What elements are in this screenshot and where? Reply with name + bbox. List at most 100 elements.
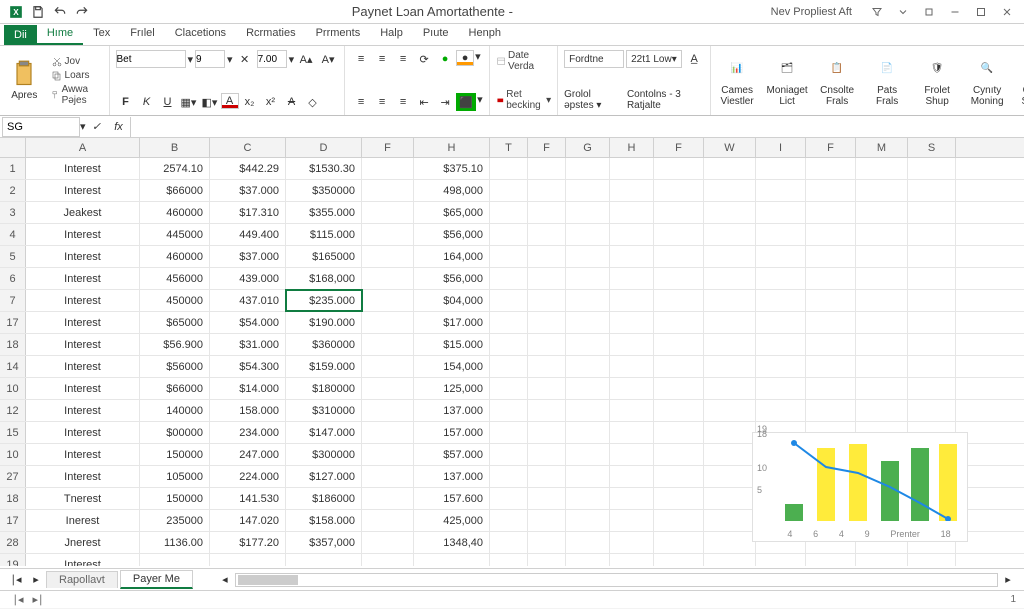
cell[interactable]	[610, 268, 654, 289]
cell[interactable]	[654, 488, 704, 509]
cell[interactable]: 137.000	[414, 466, 490, 487]
style-font-icon[interactable]: A̲	[684, 50, 704, 68]
cell[interactable]	[654, 224, 704, 245]
cell[interactable]: 141.530	[210, 488, 286, 509]
cell[interactable]: Interest	[26, 422, 140, 443]
cell[interactable]	[610, 554, 654, 566]
cell[interactable]: 125,000	[414, 378, 490, 399]
cell[interactable]	[566, 356, 610, 377]
ribbon-tab[interactable]: Rcrmaties	[236, 23, 306, 45]
ribbon-tab[interactable]: Hıme	[37, 23, 83, 45]
cell[interactable]	[490, 422, 528, 443]
font-size-input[interactable]	[195, 50, 225, 68]
cell[interactable]: 150000	[140, 488, 210, 509]
cell[interactable]	[362, 356, 414, 377]
cell[interactable]	[704, 510, 756, 531]
cell[interactable]: 437.010	[210, 290, 286, 311]
merge-icon[interactable]: ⬛	[456, 93, 476, 111]
file-tab[interactable]: Dii	[4, 25, 37, 45]
row-header[interactable]: 27	[0, 466, 26, 487]
cell[interactable]	[756, 312, 806, 333]
italic-button[interactable]: K	[137, 93, 157, 111]
row-header[interactable]: 12	[0, 400, 26, 421]
cell[interactable]: $66000	[140, 180, 210, 201]
cell[interactable]	[362, 422, 414, 443]
cell[interactable]: 456000	[140, 268, 210, 289]
cell[interactable]	[490, 356, 528, 377]
cell[interactable]	[490, 532, 528, 553]
cell[interactable]	[908, 268, 956, 289]
cell[interactable]	[756, 554, 806, 566]
cell[interactable]	[286, 554, 362, 566]
cell[interactable]: Interest	[26, 312, 140, 333]
column-header[interactable]: C	[210, 138, 286, 157]
cell[interactable]	[756, 400, 806, 421]
strike-button[interactable]: A	[282, 93, 302, 111]
cell[interactable]	[856, 400, 908, 421]
border-button[interactable]: ▦▾	[179, 93, 199, 111]
cell[interactable]	[528, 180, 566, 201]
cell[interactable]: $186000	[286, 488, 362, 509]
fx-icon[interactable]: fx	[110, 117, 128, 137]
cell[interactable]: $56000	[140, 356, 210, 377]
ribbon-tab[interactable]: Tex	[83, 23, 120, 45]
cell[interactable]	[528, 290, 566, 311]
cell[interactable]	[566, 180, 610, 201]
column-header[interactable]: W	[704, 138, 756, 157]
cell[interactable]	[362, 510, 414, 531]
cell[interactable]	[362, 554, 414, 566]
cell[interactable]: 164,000	[414, 246, 490, 267]
row-header[interactable]: 15	[0, 422, 26, 443]
cell[interactable]	[756, 356, 806, 377]
ribbon-big-button[interactable]: 🗂MoniagetLict	[763, 51, 811, 111]
cell[interactable]	[566, 268, 610, 289]
cell[interactable]	[490, 268, 528, 289]
copy-button[interactable]: Loars	[51, 70, 103, 82]
cell[interactable]	[704, 268, 756, 289]
cell[interactable]: $37.000	[210, 246, 286, 267]
cell[interactable]	[856, 246, 908, 267]
cell[interactable]	[704, 466, 756, 487]
green-circle-icon[interactable]: ●	[435, 50, 455, 68]
cell[interactable]	[490, 290, 528, 311]
cell[interactable]: 234.000	[210, 422, 286, 443]
cell[interactable]: 2574.10	[140, 158, 210, 179]
cell[interactable]	[856, 334, 908, 355]
cell[interactable]: Interest	[26, 290, 140, 311]
cell[interactable]: $165000	[286, 246, 362, 267]
superscript-button[interactable]: x²	[261, 93, 281, 111]
cell[interactable]	[654, 246, 704, 267]
cell[interactable]	[210, 554, 286, 566]
ribbon-tab[interactable]: Prrments	[306, 23, 371, 45]
ret-becking-button[interactable]: Ret becking▾	[496, 89, 552, 111]
cell[interactable]	[528, 246, 566, 267]
cell[interactable]	[490, 488, 528, 509]
embedded-chart[interactable]: 19 18 10 5 4649Prenter18	[752, 432, 968, 542]
increase-font-icon[interactable]: A▴	[296, 50, 316, 68]
font-name-input[interactable]	[116, 50, 186, 68]
cell[interactable]	[362, 202, 414, 223]
cell[interactable]	[908, 290, 956, 311]
cell[interactable]	[756, 224, 806, 245]
cell[interactable]	[704, 444, 756, 465]
cell[interactable]	[856, 290, 908, 311]
ribbon-tab[interactable]: Frılel	[120, 23, 164, 45]
cell[interactable]	[610, 532, 654, 553]
cell[interactable]	[140, 554, 210, 566]
cell[interactable]	[566, 554, 610, 566]
cell[interactable]: 498,000	[414, 180, 490, 201]
cell[interactable]: $168,000	[286, 268, 362, 289]
cell[interactable]: Interest	[26, 466, 140, 487]
row-header[interactable]: 1	[0, 158, 26, 179]
align-middle-icon[interactable]: ≡	[372, 50, 392, 68]
cell[interactable]	[566, 488, 610, 509]
cell[interactable]: 439.000	[210, 268, 286, 289]
orientation-icon[interactable]: ⟳	[414, 50, 434, 68]
cell[interactable]	[704, 180, 756, 201]
cell[interactable]	[528, 378, 566, 399]
indent-inc-icon[interactable]: ⇥	[435, 93, 455, 111]
sheet-nav-next-icon[interactable]: ▸	[26, 571, 46, 589]
cell[interactable]	[566, 246, 610, 267]
cell[interactable]: $65,000	[414, 202, 490, 223]
cell[interactable]	[362, 444, 414, 465]
